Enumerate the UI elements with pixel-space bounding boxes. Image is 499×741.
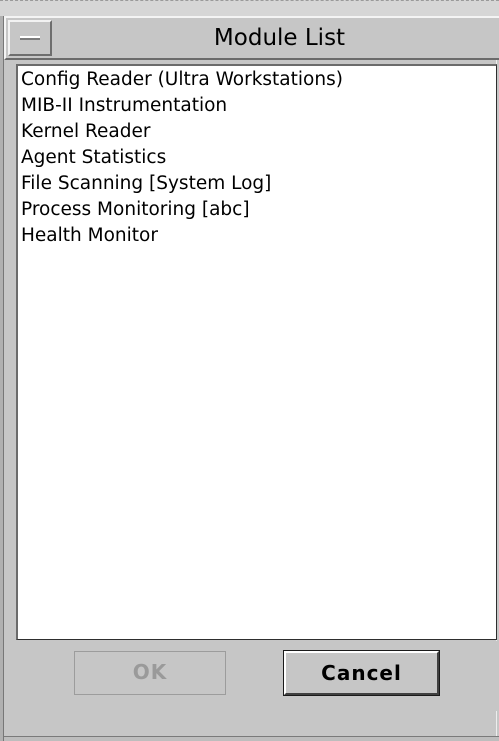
minus-icon (20, 36, 40, 40)
window-top-edge (0, 0, 499, 16)
ok-button[interactable]: OK (74, 651, 226, 695)
window-menu-button[interactable] (8, 20, 52, 56)
list-item[interactable]: Process Monitoring [abc] (21, 197, 343, 223)
list-item[interactable]: Health Monitor (21, 223, 343, 249)
cancel-button[interactable]: Cancel (284, 651, 439, 695)
button-bar: OK Cancel (16, 641, 497, 711)
list-item[interactable]: File Scanning [System Log] (21, 171, 343, 197)
window-title: Module List (213, 25, 346, 51)
module-list-box[interactable]: Config Reader (Ultra Workstations) MIB-I… (16, 64, 497, 640)
list-item[interactable]: Kernel Reader (21, 119, 343, 145)
list-item[interactable]: MIB-II Instrumentation (21, 93, 343, 119)
module-list-dialog: Module List Config Reader (Ultra Worksta… (0, 0, 499, 741)
list-item[interactable]: Agent Statistics (21, 145, 343, 171)
module-list: Config Reader (Ultra Workstations) MIB-I… (21, 67, 343, 249)
window-left-frame (0, 16, 4, 741)
window-bottom-edge (4, 736, 499, 741)
list-item[interactable]: Config Reader (Ultra Workstations) (21, 67, 343, 93)
